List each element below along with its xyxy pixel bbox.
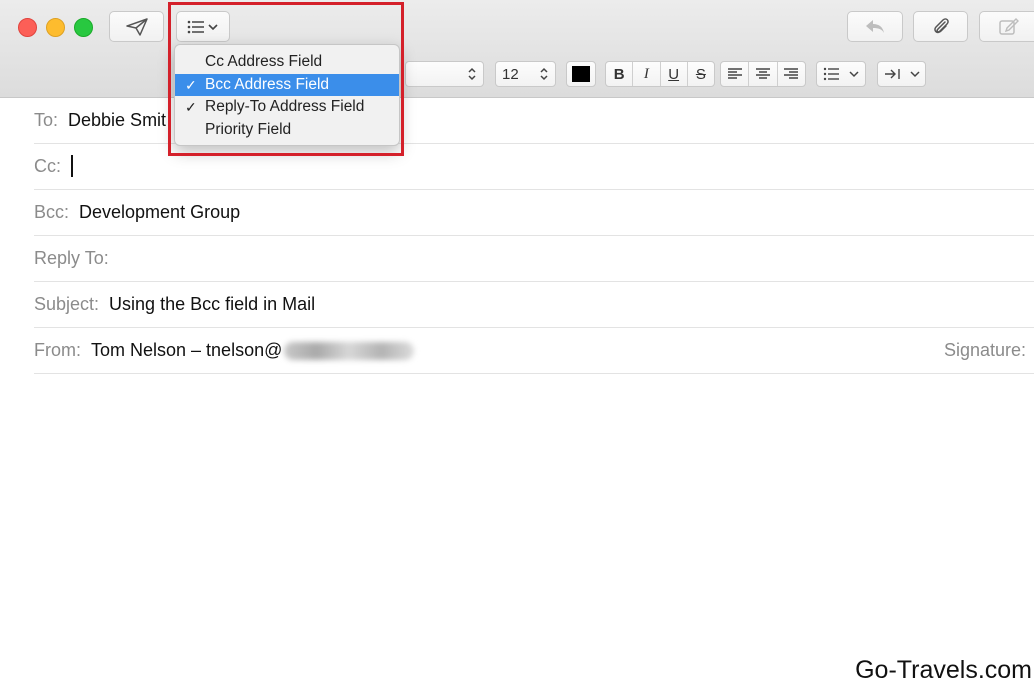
from-label: From: — [34, 339, 81, 360]
align-center-button[interactable] — [748, 62, 776, 86]
reply-arrow-icon — [866, 19, 884, 33]
text-color-well[interactable] — [566, 61, 596, 87]
alignment-group — [720, 61, 806, 87]
bcc-field-row: Bcc: Development Group — [34, 189, 1034, 236]
align-right-button[interactable] — [776, 62, 805, 86]
align-left-button[interactable] — [721, 62, 748, 86]
cc-input[interactable] — [71, 155, 73, 178]
bold-button[interactable]: B — [606, 62, 632, 86]
updown-chevron-icon — [406, 62, 483, 86]
reply-button[interactable] — [847, 11, 903, 42]
align-center-icon — [755, 68, 770, 79]
close-window-button[interactable] — [18, 18, 37, 37]
from-value: Tom Nelson – tnelson@ — [91, 339, 283, 360]
minimize-window-button[interactable] — [46, 18, 65, 37]
strikethrough-button[interactable]: S — [686, 62, 714, 86]
indent-icon — [884, 69, 900, 79]
text-style-group: B I U S — [605, 61, 715, 87]
chevron-down-icon — [909, 71, 920, 78]
bcc-input[interactable]: Development Group — [79, 202, 240, 223]
markup-button[interactable] — [979, 11, 1034, 42]
align-left-icon — [727, 68, 742, 79]
updown-chevron-icon — [540, 67, 548, 81]
signature-label[interactable]: Signature: — [944, 340, 1026, 361]
attach-button[interactable] — [913, 11, 968, 42]
subject-field-row: Subject: Using the Bcc field in Mail — [34, 281, 1034, 328]
align-right-icon — [784, 68, 799, 79]
reply-to-field-row: Reply To: — [34, 235, 1034, 282]
watermark: Go-Travels.com — [855, 656, 1032, 684]
list-style-popup[interactable] — [816, 61, 866, 87]
from-popup[interactable]: Tom Nelson – tnelson@ — [91, 339, 415, 361]
paperclip-icon — [933, 17, 949, 33]
to-label: To: — [34, 109, 59, 130]
annotation-highlight-box — [168, 2, 404, 156]
italic-button[interactable]: I — [632, 62, 659, 86]
text-cursor — [71, 155, 73, 178]
to-input[interactable]: Debbie Smit — [68, 110, 166, 131]
bcc-label: Bcc: — [34, 201, 70, 222]
indent-popup[interactable] — [877, 61, 926, 87]
bullet-list-icon — [823, 67, 839, 81]
subject-input[interactable]: Using the Bcc field in Mail — [109, 294, 315, 315]
reply-to-label: Reply To: — [34, 247, 109, 268]
blurred-email-domain — [284, 341, 415, 360]
send-button[interactable] — [109, 11, 164, 42]
underline-button[interactable]: U — [659, 62, 687, 86]
font-size-popup[interactable]: 12 — [495, 61, 556, 87]
cc-label: Cc: — [34, 155, 61, 176]
paper-plane-icon — [125, 17, 148, 36]
color-swatch — [572, 66, 590, 82]
subject-label: Subject: — [34, 293, 100, 314]
zoom-window-button[interactable] — [74, 18, 93, 37]
from-field-row: From: Tom Nelson – tnelson@ Signature: — [34, 327, 1034, 374]
font-family-popup[interactable] — [405, 61, 484, 87]
font-size-value: 12 — [502, 65, 519, 83]
window-toolbar: 12 B I U S — [0, 0, 1034, 98]
chevron-down-icon — [849, 71, 859, 78]
compose-icon — [999, 17, 1019, 35]
